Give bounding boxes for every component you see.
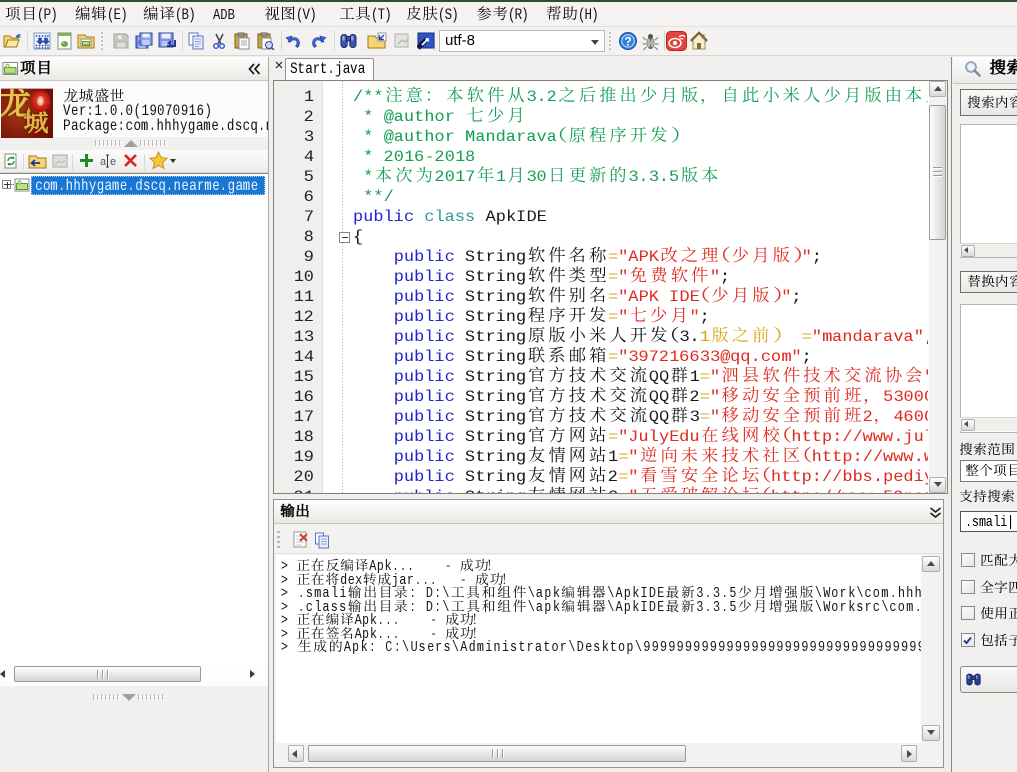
svg-text:?: ? <box>624 35 631 49</box>
svg-text:e: e <box>110 156 116 168</box>
svg-text:a: a <box>100 156 107 168</box>
